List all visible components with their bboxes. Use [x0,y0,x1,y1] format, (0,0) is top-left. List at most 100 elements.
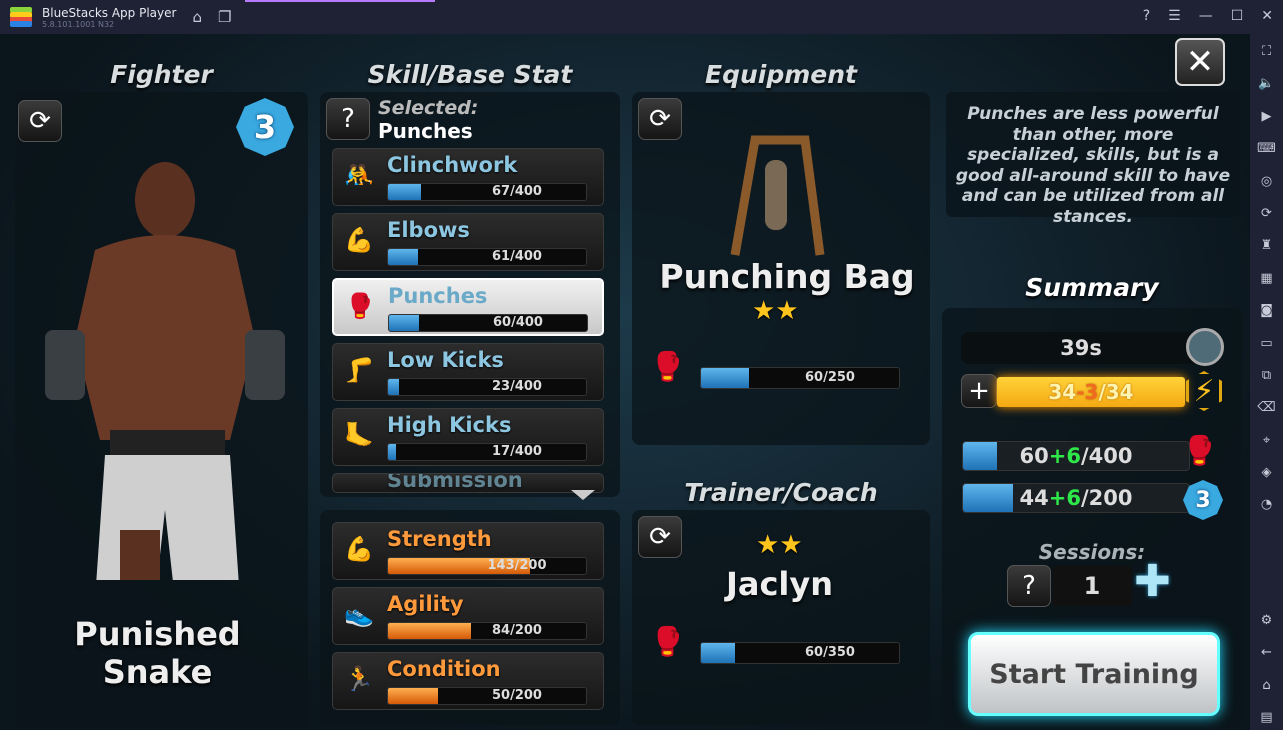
skill-item[interactable]: 🤼 Clinchwork 67/400 [332,148,604,206]
stat-item[interactable]: 👟 Agility 84/200 [332,587,604,645]
screenshot-icon[interactable]: ◙ [1260,299,1273,323]
fighter-name: Punished Snake [74,615,241,691]
title-bar: BlueStacks App Player 5.8.101.1001 N32 ⌂… [0,0,1283,34]
help-icon[interactable]: ? [1143,8,1150,24]
skill-help-button[interactable]: ? [326,98,370,140]
refresh-icon: ⟳ [29,106,51,136]
bluestacks-logo [10,7,32,27]
trainer-name: Jaclyn [725,565,834,603]
folder-icon[interactable]: ▭ [1260,332,1272,356]
high-kick-icon: 🦶 [344,421,374,449]
fighter-model [45,162,285,580]
skill-item[interactable]: Submission [332,473,604,493]
skill-progress-bar: 17/400 [387,443,587,461]
sessions-help-button[interactable]: ? [1007,565,1051,607]
skills-heading: Skill/Base Stat [367,60,573,89]
speed-icon[interactable]: ◔ [1261,493,1272,517]
volume-icon[interactable]: 🔈 [1258,72,1274,96]
close-x-icon: ✕ [1185,42,1215,82]
eraser-icon[interactable]: ⌫ [1257,396,1275,420]
apk-icon[interactable]: ▦ [1260,267,1272,291]
equipment-name: Punching Bag [659,257,915,296]
level-badge: 3 [1183,480,1223,520]
bicep-icon: 💪 [344,535,374,563]
add-energy-button[interactable]: + [961,374,997,408]
add-session-button[interactable]: ✚ [1134,558,1171,606]
rotate-icon[interactable]: ⟳ [1261,202,1272,226]
skill-label: Elbows [387,218,470,242]
stat-progress-bar: 143/200 [387,557,587,575]
elbow-icon: 💪 [344,226,374,254]
layers-icon[interactable]: ◈ [1262,461,1272,485]
skill-item[interactable]: 💪 Elbows 61/400 [332,213,604,271]
trainer-heading: Trainer/Coach [684,478,878,507]
fullscreen-icon[interactable]: ⛶ [1262,40,1271,64]
refresh-equipment-button[interactable]: ⟳ [638,98,682,140]
glove-icon: 🥊 [1182,434,1217,467]
skill-label: Low Kicks [387,348,504,372]
low-kick-icon: 🦵 [344,356,374,384]
clinch-icon: 🤼 [344,161,374,189]
equipment-stars: ★★ [752,296,799,326]
close-game-button[interactable]: ✕ [1175,38,1225,86]
fighter-heading: Fighter [110,60,213,89]
treadmill-icon: 🏃 [344,665,374,693]
energy-bar: 34-3/34 [997,377,1185,407]
menu-icon[interactable]: ☰ [1168,8,1181,24]
record-icon[interactable]: ◎ [1261,170,1272,194]
skill-progress-bar: 61/400 [387,248,587,266]
home-nav-icon[interactable]: ⌂ [1262,674,1270,698]
minimize-icon[interactable]: — [1199,8,1213,24]
refresh-icon: ⟳ [649,104,671,134]
stat-item[interactable]: 🏃 Condition 50/200 [332,652,604,710]
winged-shoe-icon: 👟 [344,600,374,628]
stat-progress-bar: 50/200 [387,687,587,705]
refresh-trainer-button[interactable]: ⟳ [638,516,682,558]
right-sidebar: ⛶ 🔈 ▶ ⌨ ◎ ⟳ ♜ ▦ ◙ ▭ ⧉ ⌫ ⌖ ◈ ◔ ⚙ ← ⌂ ▤ [1250,34,1283,730]
multi-instance-icon[interactable]: ❐ [218,8,231,26]
selected-label: Selected: [378,97,479,119]
settings-icon[interactable]: ⚙ [1261,609,1273,633]
location-icon[interactable]: ⌖ [1263,429,1270,453]
scroll-down-arrow[interactable] [571,490,595,500]
skill-gain-bar: 60+6/400 [962,441,1190,471]
refresh-fighter-button[interactable]: ⟳ [18,100,62,142]
stopwatch-icon [1186,328,1224,366]
stat-label: Agility [387,592,464,616]
close-icon[interactable]: ✕ [1261,8,1273,24]
stat-progress-bar: 84/200 [387,622,587,640]
multi-window-icon[interactable]: ⧉ [1262,364,1271,388]
glove-icon: 🥊 [345,292,375,320]
refresh-icon: ⟳ [649,522,671,552]
skill-description: Punches are less powerful than other, mo… [946,92,1240,227]
accent-line [245,0,435,2]
summary-heading: Summary [1025,273,1159,302]
glove-icon: 🥊 [650,350,685,383]
sessions-count: 1 [1052,566,1132,606]
skill-progress-bar: 67/400 [387,183,587,201]
stat-item[interactable]: 💪 Strength 143/200 [332,522,604,580]
glove-icon: 🥊 [650,625,685,658]
stat-label: Strength [387,527,492,551]
sessions-label: Sessions: [1038,540,1146,564]
start-training-button[interactable]: Start Training [968,632,1220,716]
macro-icon[interactable]: ♜ [1261,234,1273,258]
skill-item[interactable]: 🦵 Low Kicks 23/400 [332,343,604,401]
skill-item[interactable]: 🥊 Punches 60/400 [332,278,604,336]
skill-item[interactable]: 🦶 High Kicks 17/400 [332,408,604,466]
skill-label: Submission [387,473,523,492]
trainer-stars: ★★ [756,530,803,560]
maximize-icon[interactable]: ☐ [1231,8,1244,24]
skill-label: Clinchwork [387,153,518,177]
equipment-heading: Equipment [705,60,857,89]
keyboard-icon[interactable]: ⌨ [1257,137,1276,161]
training-time: 39s [961,332,1201,364]
selected-value: Punches [378,119,473,143]
equipment-bar: 60/250 [700,367,900,389]
home-icon[interactable]: ⌂ [192,8,202,26]
punching-bag-image [730,135,825,256]
media-icon[interactable]: ▶ [1262,105,1272,129]
recent-apps-icon[interactable]: ▤ [1260,706,1272,730]
back-icon[interactable]: ← [1261,641,1272,665]
skill-label: Punches [388,284,488,308]
